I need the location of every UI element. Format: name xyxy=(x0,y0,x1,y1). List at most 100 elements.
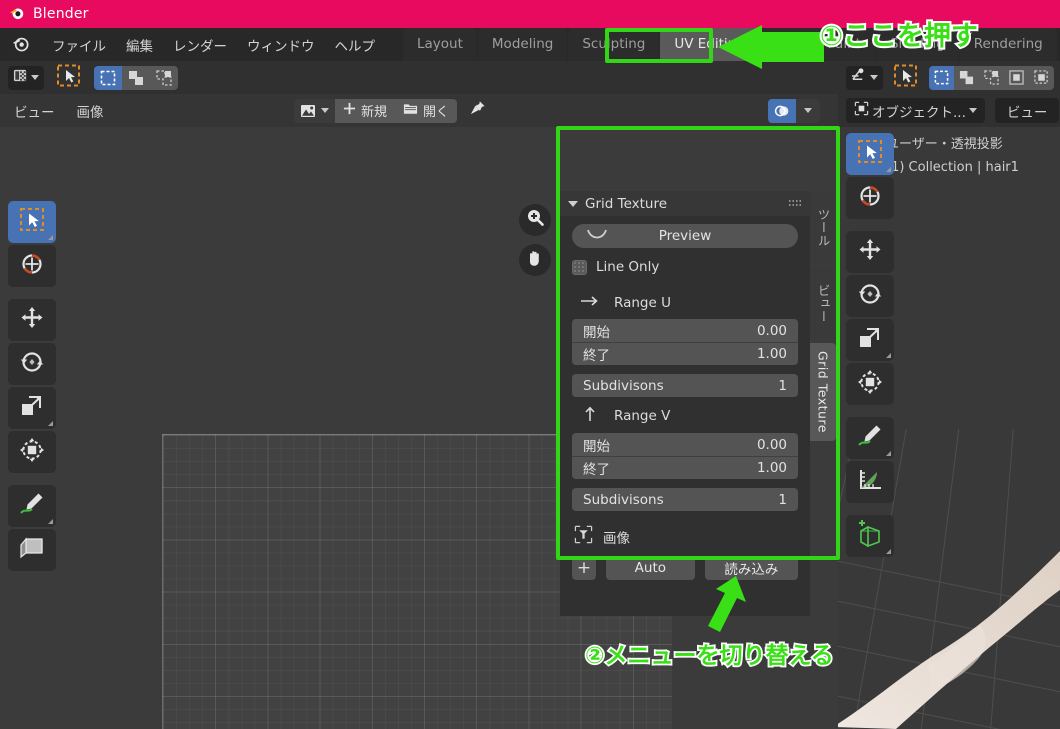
range-v-end-field[interactable]: 終了 1.00 xyxy=(572,456,798,479)
sidebar-tab-view[interactable]: ビュー xyxy=(810,267,836,339)
range-v-subdivisions-label: Subdivisons xyxy=(583,491,664,508)
tab-layout[interactable]: Layout xyxy=(403,28,477,61)
vp-tool-annotate[interactable] xyxy=(846,417,894,459)
menu-help[interactable]: ヘルプ xyxy=(325,33,386,57)
load-image-button[interactable]: 読み込み xyxy=(704,556,798,580)
grid-texture-panel-header[interactable]: Grid Texture xyxy=(560,191,810,216)
menu-edit[interactable]: 編集 xyxy=(116,33,163,57)
select-intersect-icon[interactable] xyxy=(1004,65,1029,90)
scale-icon xyxy=(19,393,45,423)
uv-editor-type-button[interactable] xyxy=(8,65,44,90)
preview-button-label: Preview xyxy=(658,228,712,244)
chevron-down-icon xyxy=(968,108,977,113)
open-image-button[interactable]: 開く xyxy=(395,98,458,123)
vp-tool-move[interactable] xyxy=(846,231,894,273)
tool-annotate[interactable] xyxy=(8,485,56,527)
range-u-end-field[interactable]: 終了 1.00 xyxy=(572,342,798,365)
new-image-button[interactable]: 新規 xyxy=(335,98,396,123)
tab-sculpting[interactable]: Sculpting xyxy=(568,28,660,61)
range-u-start-value: 0.00 xyxy=(756,322,787,339)
menu-file[interactable]: ファイル xyxy=(42,33,116,57)
uv-select-mode-group xyxy=(94,65,178,90)
add-image-button[interactable]: + xyxy=(572,556,596,580)
viewport-header-bottom: オブジェクト... ビュー xyxy=(838,94,1060,127)
image-overlay-icon[interactable] xyxy=(768,98,796,123)
vp-tool-tweak-select[interactable] xyxy=(846,133,894,175)
viewport-select-tool-button[interactable] xyxy=(891,64,921,91)
line-only-row[interactable]: Line Only xyxy=(572,259,798,275)
range-u-subdivisions-field[interactable]: Subdivisons 1 xyxy=(572,374,798,397)
sidebar-tab-tool[interactable]: ツール xyxy=(810,191,836,263)
viewport-canvas[interactable]: ユーザー・透視投影 (1) Collection | hair1 xyxy=(838,127,1060,729)
move-icon xyxy=(18,304,46,336)
tool-transform[interactable] xyxy=(8,431,56,473)
select-extend-icon[interactable] xyxy=(122,65,150,90)
tool-rip-region[interactable] xyxy=(8,529,56,571)
tab-modeling[interactable]: Modeling xyxy=(477,28,568,61)
pan-gizmo[interactable] xyxy=(519,244,551,276)
uv-editor-type-icon xyxy=(13,68,28,87)
select-box-icon[interactable] xyxy=(94,65,122,90)
object-mode-selector[interactable]: オブジェクト... xyxy=(846,98,985,123)
viewport-info-overlay: ユーザー・透視投影 (1) Collection | hair1 xyxy=(886,133,1019,179)
vp-tool-transform[interactable] xyxy=(846,363,894,405)
tool-tweak-select[interactable] xyxy=(8,201,56,243)
menu-window[interactable]: ウィンドウ xyxy=(237,33,325,57)
select-subtract-icon[interactable] xyxy=(150,65,178,90)
preview-button[interactable]: Preview xyxy=(572,224,798,248)
menu-render[interactable]: レンダー xyxy=(163,33,237,57)
tweak-select-icon xyxy=(56,64,82,92)
uv-select-tool-button[interactable] xyxy=(54,64,84,92)
tweak-select-icon xyxy=(855,139,885,169)
vp-tool-scale[interactable] xyxy=(846,319,894,361)
select-box-icon[interactable] xyxy=(929,65,954,90)
vp-tool-add-cube[interactable] xyxy=(846,515,894,557)
vp-tool-rotate[interactable] xyxy=(846,275,894,317)
chevron-down-icon xyxy=(870,75,878,80)
zoom-in-icon xyxy=(525,208,545,232)
overlay-dropdown-button[interactable] xyxy=(796,98,820,123)
select-difference-icon[interactable] xyxy=(1029,65,1054,90)
uv-menu-image[interactable]: 画像 xyxy=(77,101,104,121)
grid-texture-panel: Grid Texture Preview Line Only Range U 開… xyxy=(560,191,810,616)
pin-image-button[interactable] xyxy=(465,100,490,121)
drag-dots-icon[interactable] xyxy=(788,199,802,208)
range-v-start-field[interactable]: 開始 0.00 xyxy=(572,433,798,456)
vp-tool-cursor[interactable] xyxy=(846,177,894,219)
tool-cursor[interactable] xyxy=(8,245,56,287)
range-v-subdivisions-field[interactable]: Subdivisons 1 xyxy=(572,488,798,511)
arrow-up-icon xyxy=(580,406,600,426)
tool-rotate[interactable] xyxy=(8,343,56,385)
image-datablock-group: 新規 開く xyxy=(294,98,458,123)
range-u-subdivisions-label: Subdivisons xyxy=(583,377,664,394)
tool-more-corner xyxy=(48,421,53,426)
range-u-subdivisions-value: 1 xyxy=(778,377,787,394)
range-v-start-label: 開始 xyxy=(583,438,610,455)
curve-preview-icon xyxy=(586,228,608,246)
move-icon xyxy=(856,236,884,268)
auto-image-button[interactable]: Auto xyxy=(605,556,695,580)
sidebar-tab-grid-texture[interactable]: Grid Texture xyxy=(810,343,836,441)
image-datablock-icon[interactable] xyxy=(294,98,335,123)
uv-menu-view[interactable]: ビュー xyxy=(14,101,55,121)
triangle-down-icon[interactable] xyxy=(568,200,578,207)
zoom-gizmo[interactable] xyxy=(519,204,551,236)
range-u-start-field[interactable]: 開始 0.00 xyxy=(572,319,798,342)
add-cube-icon xyxy=(855,520,885,552)
tab-uv-editing[interactable]: UV Editing xyxy=(660,28,759,61)
window-title: Blender xyxy=(33,6,89,22)
select-subtract-icon[interactable] xyxy=(979,65,1004,90)
vp-tool-measure[interactable] xyxy=(846,461,894,503)
tool-more-corner xyxy=(886,451,891,456)
viewport-editor-type-icon xyxy=(851,68,867,87)
blender-menu-logo-icon[interactable] xyxy=(10,35,30,55)
tool-more-corner xyxy=(48,519,53,524)
viewport-editor-type-button[interactable] xyxy=(846,65,883,90)
tool-move[interactable] xyxy=(8,299,56,341)
uv-editor: ビュー 画像 新規 開く Grid Texture Preview Line O… xyxy=(0,61,838,729)
range-v-header: Range V xyxy=(580,406,798,426)
select-extend-icon[interactable] xyxy=(954,65,979,90)
viewport-view-menu[interactable]: ビュー xyxy=(994,98,1060,123)
tool-scale[interactable] xyxy=(8,387,56,429)
line-only-checkbox[interactable] xyxy=(572,259,587,275)
